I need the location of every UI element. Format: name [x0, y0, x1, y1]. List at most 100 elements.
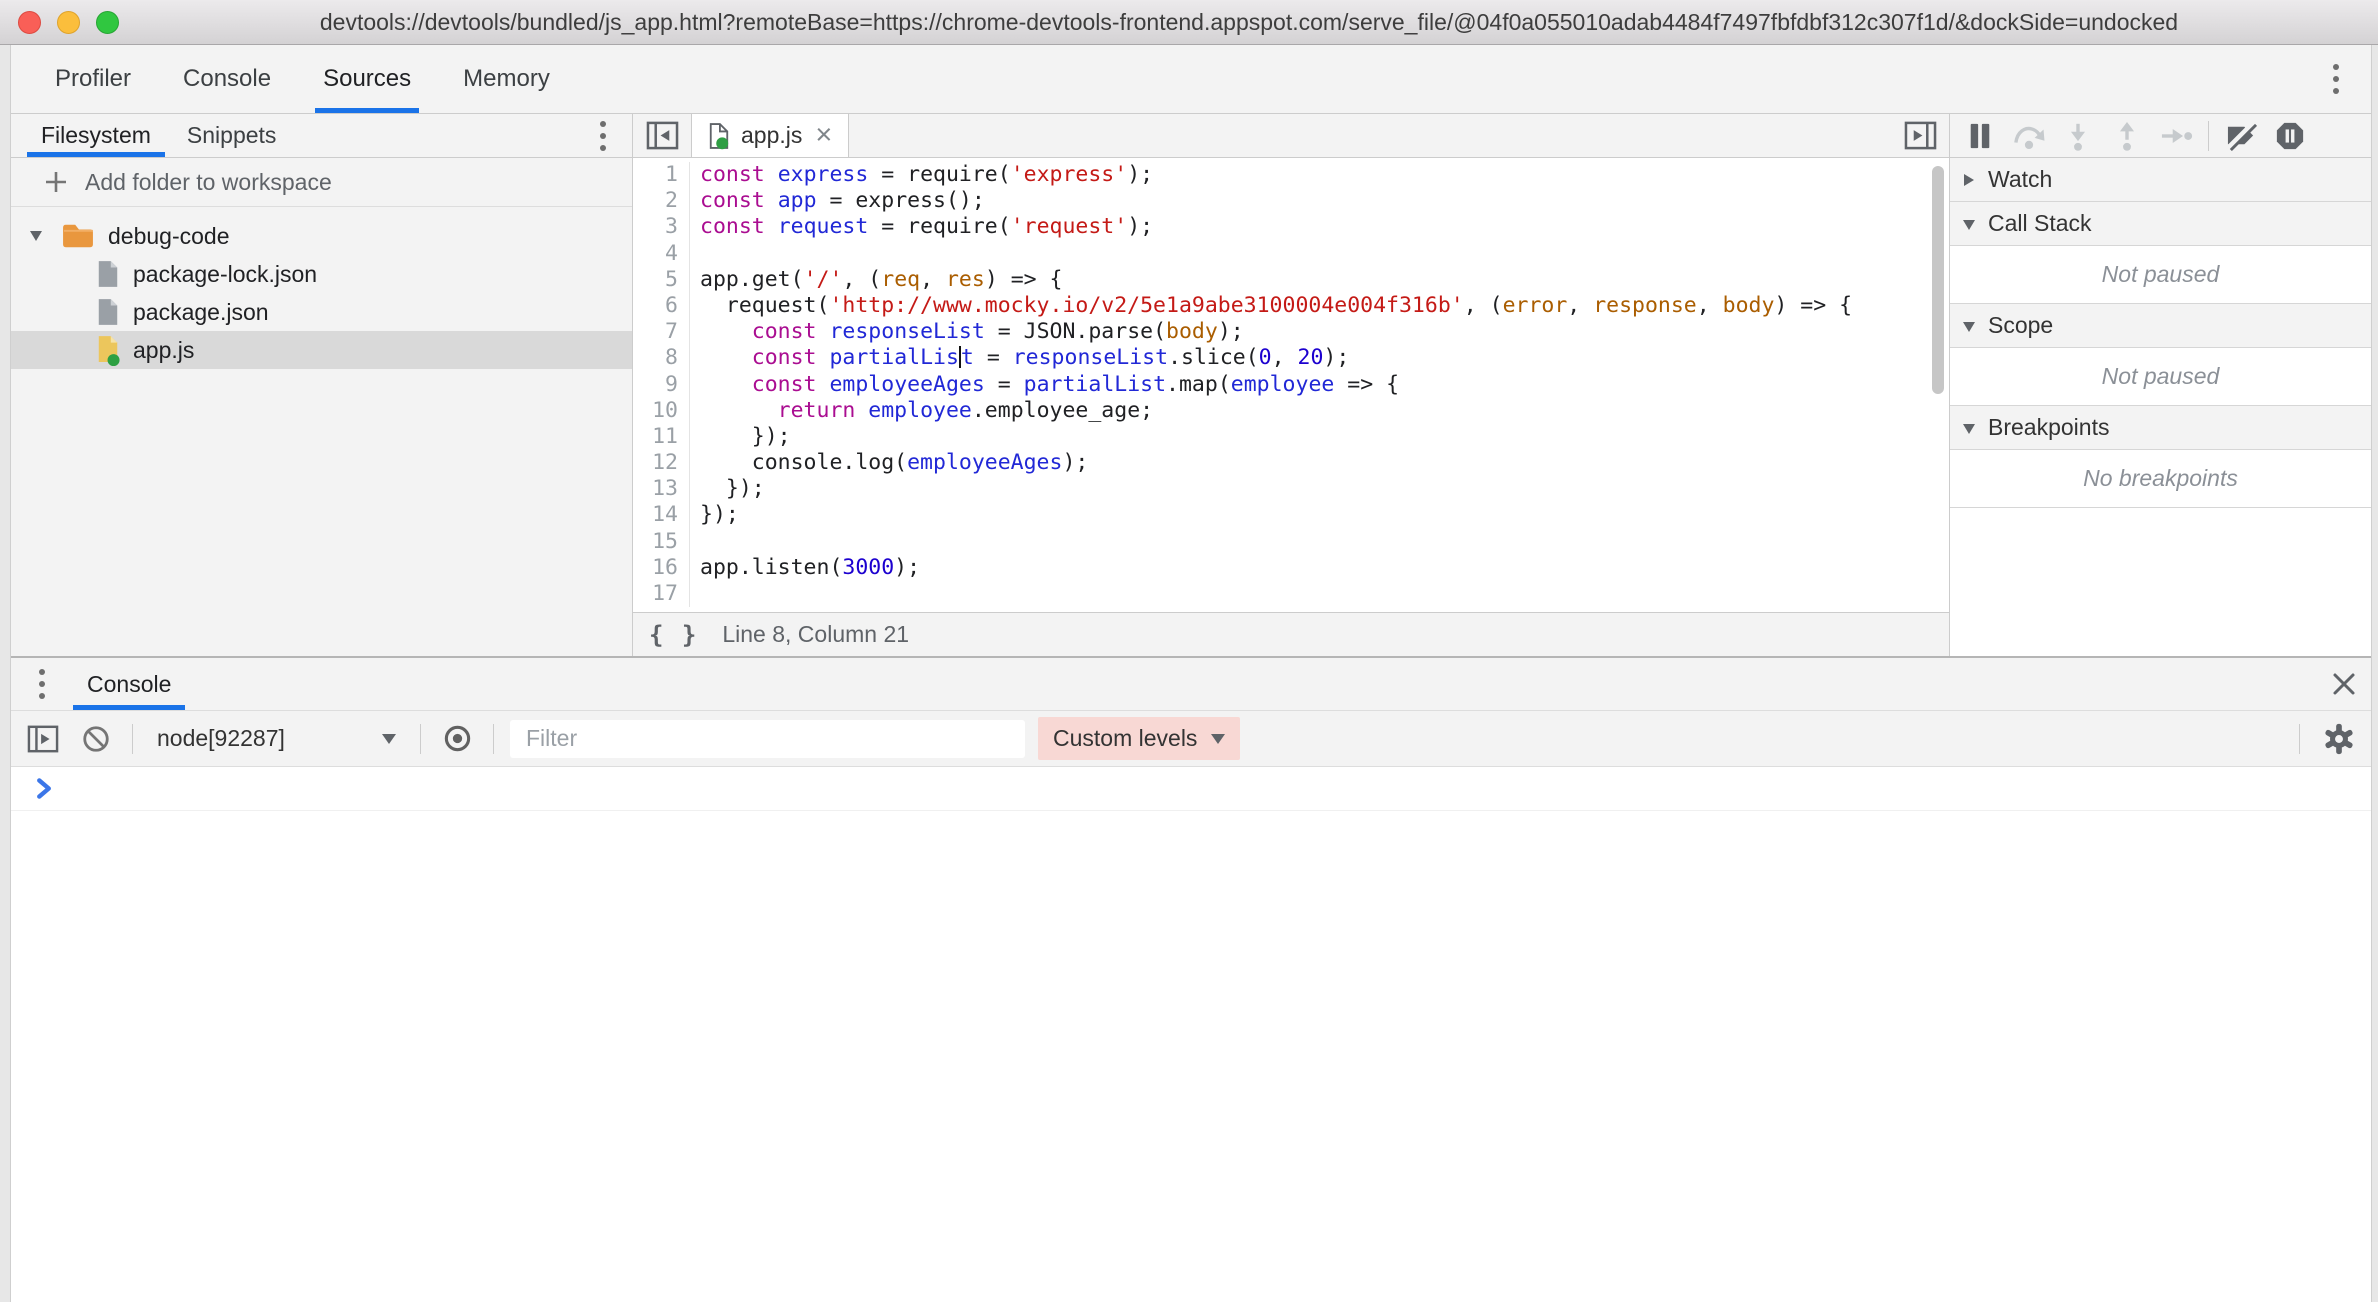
- code-line[interactable]: console.log(employeeAges);: [690, 450, 1088, 476]
- sources-panel: Filesystem Snippets Add folder to workspa…: [11, 114, 2371, 656]
- code-line[interactable]: const responseList = JSON.parse(body);: [690, 319, 1244, 345]
- toggle-debugger-sidebar-icon[interactable]: [1891, 114, 1949, 157]
- traffic-lights: [18, 0, 119, 44]
- editor-scrollbar[interactable]: [1932, 166, 1944, 394]
- code-line[interactable]: request('http://www.mocky.io/v2/5e1a9abe…: [690, 293, 1852, 319]
- toolbar-separator: [420, 724, 421, 754]
- line-number[interactable]: 14: [633, 502, 690, 528]
- pause-on-exceptions-icon[interactable]: [2270, 118, 2310, 154]
- live-expression-eye-icon[interactable]: [437, 721, 477, 757]
- section-header-watch[interactable]: Watch: [1950, 158, 2371, 202]
- tree-item-label: package-lock.json: [133, 261, 317, 288]
- drawer-menu-kebab-icon[interactable]: [25, 664, 59, 704]
- tree-item-debug-code[interactable]: debug-code: [11, 217, 632, 255]
- code-line[interactable]: [690, 241, 700, 267]
- line-number[interactable]: 7: [633, 319, 690, 345]
- line-number[interactable]: 2: [633, 188, 690, 214]
- console-filter-input[interactable]: [510, 720, 1025, 758]
- triangle-down-icon: [1963, 220, 1975, 230]
- line-number[interactable]: 13: [633, 476, 690, 502]
- editor-tab-appjs[interactable]: app.js ×: [691, 114, 849, 157]
- console-drawer: Console node[92287]: [11, 656, 2371, 1302]
- section-header-breakpoints[interactable]: Breakpoints: [1950, 406, 2371, 450]
- code-line-row: 13 });: [633, 476, 1949, 502]
- code-line-row: 17: [633, 581, 1949, 607]
- step-out-icon[interactable]: [2107, 118, 2147, 154]
- close-drawer-icon[interactable]: [2331, 671, 2357, 697]
- macos-titlebar: devtools://devtools/bundled/js_app.html?…: [0, 0, 2378, 45]
- navigator-tabbar: Filesystem Snippets: [11, 114, 632, 158]
- code-line[interactable]: return employee.employee_age;: [690, 398, 1153, 424]
- pretty-print-icon[interactable]: { }: [649, 621, 698, 649]
- line-number[interactable]: 4: [633, 241, 690, 267]
- folder-icon: [61, 222, 95, 250]
- line-number[interactable]: 15: [633, 529, 690, 555]
- console-messages[interactable]: [11, 767, 2371, 1302]
- console-prompt[interactable]: [11, 767, 2371, 811]
- tree-item-package-lock-json[interactable]: package-lock.json: [11, 255, 632, 293]
- line-number[interactable]: 8: [633, 345, 690, 371]
- step-into-icon[interactable]: [2058, 118, 2098, 154]
- code-line[interactable]: const partialList = responseList.slice(0…: [690, 345, 1349, 371]
- line-number[interactable]: 17: [633, 581, 690, 607]
- drawer-tab-console[interactable]: Console: [87, 658, 171, 710]
- section-label: Scope: [1988, 312, 2053, 339]
- disclosure-triangle-icon[interactable]: [31, 230, 61, 242]
- toolbar-separator: [132, 724, 133, 754]
- zoom-window-icon[interactable]: [96, 11, 119, 34]
- tab-profiler[interactable]: Profiler: [55, 45, 131, 113]
- close-tab-icon[interactable]: ×: [815, 121, 832, 150]
- code-line-row: 2const app = express();: [633, 188, 1949, 214]
- code-line[interactable]: });: [690, 424, 791, 450]
- main-menu-kebab-icon[interactable]: [2319, 45, 2353, 113]
- navigator-tab-snippets[interactable]: Snippets: [187, 114, 277, 157]
- log-levels-label: Custom levels: [1053, 725, 1197, 752]
- line-number[interactable]: 5: [633, 267, 690, 293]
- code-line[interactable]: });: [690, 502, 739, 528]
- line-number[interactable]: 3: [633, 214, 690, 240]
- line-number[interactable]: 6: [633, 293, 690, 319]
- deactivate-breakpoints-icon[interactable]: [2221, 118, 2261, 154]
- navigator-tab-filesystem[interactable]: Filesystem: [41, 114, 151, 157]
- tree-item-package-json[interactable]: package.json: [11, 293, 632, 331]
- triangle-down-icon: [1963, 322, 1975, 332]
- line-number[interactable]: 16: [633, 555, 690, 581]
- code-line[interactable]: const app = express();: [690, 188, 985, 214]
- tree-item-app-js[interactable]: app.js: [11, 331, 632, 369]
- code-line[interactable]: });: [690, 476, 765, 502]
- code-line[interactable]: app.get('/', (req, res) => {: [690, 267, 1063, 293]
- pause-script-icon[interactable]: [1960, 118, 2000, 154]
- show-console-sidebar-icon[interactable]: [23, 721, 63, 757]
- toggle-navigator-icon[interactable]: [633, 114, 691, 157]
- line-number[interactable]: 9: [633, 372, 690, 398]
- close-window-icon[interactable]: [18, 11, 41, 34]
- execution-context-select[interactable]: node[92287]: [149, 725, 404, 752]
- tab-sources[interactable]: Sources: [323, 45, 411, 113]
- code-line[interactable]: const express = require('express');: [690, 162, 1153, 188]
- code-line[interactable]: [690, 529, 700, 555]
- code-line[interactable]: [690, 581, 700, 607]
- code-line[interactable]: const employeeAges = partialList.map(emp…: [690, 372, 1399, 398]
- tab-console[interactable]: Console: [183, 45, 271, 113]
- section-header-call-stack[interactable]: Call Stack: [1950, 202, 2371, 246]
- section-header-scope[interactable]: Scope: [1950, 304, 2371, 348]
- line-number[interactable]: 11: [633, 424, 690, 450]
- tab-memory[interactable]: Memory: [463, 45, 550, 113]
- triangle-right-icon: [1964, 174, 1974, 186]
- code-line[interactable]: app.listen(3000);: [690, 555, 920, 581]
- line-number[interactable]: 12: [633, 450, 690, 476]
- code-line-row: 16app.listen(3000);: [633, 555, 1949, 581]
- step-icon[interactable]: [2156, 118, 2196, 154]
- add-folder-button[interactable]: Add folder to workspace: [11, 158, 632, 207]
- clear-console-icon[interactable]: [76, 721, 116, 757]
- line-number[interactable]: 10: [633, 398, 690, 424]
- line-number[interactable]: 1: [633, 162, 690, 188]
- navigator-menu-kebab-icon[interactable]: [586, 114, 620, 157]
- log-levels-select[interactable]: Custom levels: [1038, 717, 1240, 760]
- console-settings-gear-icon[interactable]: [2319, 721, 2359, 757]
- minimize-window-icon[interactable]: [57, 11, 80, 34]
- code-editor[interactable]: 1const express = require('express');2con…: [633, 158, 1949, 612]
- code-line[interactable]: const request = require('request');: [690, 214, 1153, 240]
- step-over-icon[interactable]: [2009, 118, 2049, 154]
- section-body-message: Not paused: [1950, 246, 2371, 304]
